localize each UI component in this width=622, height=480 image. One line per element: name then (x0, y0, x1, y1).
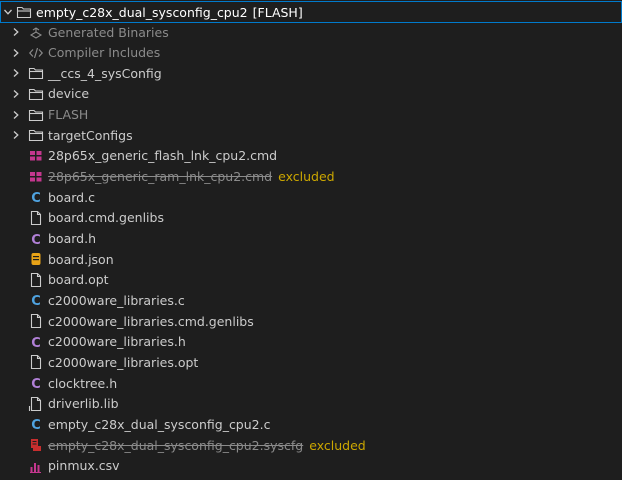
tree-file-row[interactable]: Cc2000ware_libraries.h (0, 332, 622, 352)
c-source-icon: C (28, 292, 44, 308)
tree-item-label: c2000ware_libraries.opt (48, 354, 199, 370)
folder-icon (28, 107, 44, 123)
csv-icon (28, 458, 44, 474)
tree-file-row[interactable]: Cempty_c28x_dual_sysconfig_cpu2.c (0, 414, 622, 434)
file-icon (28, 313, 44, 329)
c-source-icon: C (28, 189, 44, 205)
tree-file-row[interactable]: Cboard.c (0, 187, 622, 207)
tree-folder-row[interactable]: FLASH (0, 105, 622, 125)
tree-item-label: board.c (48, 189, 95, 205)
tree-item-label: board.h (48, 231, 96, 246)
tree-folder-row[interactable]: __ccs_4_sysConfig (0, 63, 622, 83)
c-header-icon: C (28, 231, 44, 247)
tree-folder-row[interactable]: device (0, 84, 622, 104)
tree-item-label: c2000ware_libraries.h (48, 334, 186, 350)
build-config-label: [FLASH] (252, 4, 303, 20)
syscfg-icon (28, 437, 44, 453)
chevron-right-icon[interactable] (10, 43, 22, 63)
json-icon (28, 251, 44, 267)
tree-file-row[interactable]: board.cmd.genlibs (0, 208, 622, 228)
svg-text:C: C (31, 418, 41, 432)
chevron-down-icon[interactable] (2, 2, 14, 22)
cmd-icon (28, 169, 44, 185)
tree-item-label: clocktree.h (48, 375, 118, 391)
cmd-icon (28, 148, 44, 164)
code-icon (28, 45, 44, 61)
tree-item-label: board.opt (48, 272, 109, 288)
tree-item-label: c2000ware_libraries.c (48, 292, 185, 308)
tree-file-row[interactable]: c2000ware_libraries.opt (0, 352, 622, 372)
chevron-right-icon[interactable] (10, 84, 22, 104)
tree-file-row[interactable]: board.json (0, 249, 622, 269)
tree-file-row[interactable]: Cc2000ware_libraries.c (0, 290, 622, 310)
tree-file-row[interactable]: Cboard.h (0, 229, 622, 249)
chevron-right-icon[interactable] (10, 125, 22, 145)
tree-item-label: Compiler Includes (48, 45, 161, 61)
c-header-icon: C (28, 334, 44, 350)
tree-file-row[interactable]: driverlib.lib (0, 394, 622, 414)
binaries-icon (28, 24, 44, 40)
svg-text:C: C (31, 191, 41, 205)
excluded-badge: excluded (278, 169, 335, 185)
tree-item-label: 28p65x_generic_ram_lnk_cpu2.cmd (48, 169, 273, 185)
tree-file-row[interactable]: Cclocktree.h (0, 373, 622, 393)
tree-folder-row[interactable]: Generated Binaries (0, 22, 622, 42)
tree-item-label: driverlib.lib (48, 396, 119, 412)
tree-item-label: Generated Binaries (48, 24, 169, 40)
tree-item-label: targetConfigs (48, 127, 133, 143)
chevron-right-icon[interactable] (10, 22, 22, 42)
svg-text:C: C (31, 377, 41, 391)
tree-item-label: empty_c28x_dual_sysconfig_cpu2.syscfg (48, 437, 304, 453)
tree-item-label: pinmux.csv (48, 458, 120, 474)
tree-item-label: 28p65x_generic_flash_lnk_cpu2.cmd (48, 148, 278, 164)
tree-folder-row[interactable]: Compiler Includes (0, 43, 622, 63)
chevron-right-icon[interactable] (10, 105, 22, 125)
svg-text:C: C (31, 294, 41, 308)
tree-file-row[interactable]: board.opt (0, 270, 622, 290)
tree-file-row[interactable]: pinmux.csv (0, 456, 622, 476)
tree-item-label: FLASH (48, 107, 89, 123)
tree-file-row[interactable]: c2000ware_libraries.cmd.genlibs (0, 311, 622, 331)
folder-icon (28, 65, 44, 81)
excluded-badge: excluded (309, 437, 366, 453)
tree-item-label: __ccs_4_sysConfig (48, 65, 162, 81)
tree-file-row[interactable]: 28p65x_generic_flash_lnk_cpu2.cmd (0, 146, 622, 166)
tree-file-row[interactable]: empty_c28x_dual_sysconfig_cpu2.syscfg exc… (0, 435, 622, 455)
tree-item-label: board.cmd.genlibs (48, 210, 164, 226)
chevron-right-icon[interactable] (10, 63, 22, 83)
tree-item-label: empty_c28x_dual_sysconfig_cpu2.c (48, 416, 271, 432)
tree-folder-row[interactable]: targetConfigs (0, 125, 622, 145)
tree-item-label: device (48, 86, 90, 102)
tree-item-label: c2000ware_libraries.cmd.genlibs (48, 313, 254, 329)
folder-icon (28, 86, 44, 102)
library-icon (28, 396, 44, 412)
project-root-row[interactable]: empty_c28x_dual_sysconfig_cpu2 [FLASH] (0, 1, 622, 23)
svg-text:C: C (31, 336, 41, 350)
project-explorer-tree: empty_c28x_dual_sysconfig_cpu2 [FLASH] G… (0, 0, 622, 480)
c-header-icon: C (28, 375, 44, 391)
file-icon (28, 272, 44, 288)
project-folder-icon (16, 4, 32, 20)
c-source-icon: C (28, 416, 44, 432)
tree-item-label: board.json (48, 251, 114, 267)
file-icon (28, 354, 44, 370)
folder-icon (28, 127, 44, 143)
file-icon (28, 210, 44, 226)
tree-file-row[interactable]: 28p65x_generic_ram_lnk_cpu2.cmd excluded (0, 167, 622, 187)
project-root-label: empty_c28x_dual_sysconfig_cpu2 (36, 4, 248, 20)
svg-text:C: C (31, 233, 41, 247)
